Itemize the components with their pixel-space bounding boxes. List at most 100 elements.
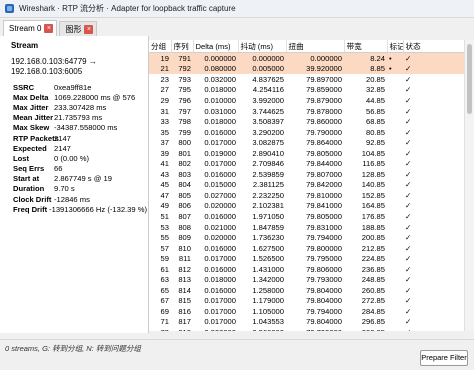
stream-stats: SSRC 0xea9ff81e Max Delta 1069.228000 ms @ … — [13, 82, 147, 214]
table-cell: 0.016000 — [204, 264, 236, 274]
table-row[interactable]: 67 815 0.017000 1.179000 79.804000 272.85 ✓ — [149, 296, 464, 307]
rtp-packet-table[interactable]: 分组序列Delta (ms)抖动 (ms)扭曲带宽标记状态 197910.000… — [149, 40, 464, 331]
table-cell: 33 — [160, 117, 169, 127]
table-cell: 41 — [160, 159, 169, 169]
table-cell: 79.806000 — [306, 264, 342, 274]
stat-value: 0xea9ff81e — [54, 82, 92, 92]
table-cell: 816 — [178, 306, 191, 316]
column-header[interactable]: 标记 — [387, 40, 404, 53]
prepare-filter-button[interactable]: Prepare Filter — [420, 350, 468, 366]
table-cell: ✓ — [405, 169, 412, 179]
stat-label: Duration — [13, 184, 45, 194]
table-row[interactable]: 61 812 0.016000 1.431000 79.806000 236.85 ✓ — [149, 264, 464, 275]
table-cell: ✓ — [405, 190, 412, 200]
table-cell: ✓ — [405, 138, 412, 148]
table-cell: 1.258000 — [252, 285, 284, 295]
stat-value: -34387.558000 ms — [54, 123, 118, 133]
table-cell — [387, 243, 403, 254]
table-row[interactable]: 19 791 0.000000 0.000000 0.000000 8.24 • ✓ — [149, 52, 464, 64]
table-cell: 79.810000 — [306, 190, 342, 200]
scrollbar-thumb[interactable] — [467, 44, 472, 114]
stat-row: Expected 2147 — [13, 143, 147, 153]
status-text: 0 streams, G: 转到分组, N: 转到问题分组 — [5, 344, 141, 353]
table-cell: 4.837625 — [252, 74, 284, 84]
table-cell: 296.85 — [361, 317, 385, 327]
table-cell: 0.016000 — [204, 169, 236, 179]
stat-value: -1391306666 Hz (-132.39 %) — [49, 204, 147, 214]
tab-graph[interactable]: 图形 × — [59, 21, 98, 36]
table-row[interactable]: 57 810 0.016000 1.627500 79.800000 212.85 ✓ — [149, 243, 464, 254]
table-cell: 69 — [160, 306, 169, 316]
table-cell — [387, 274, 403, 285]
column-header[interactable]: 分组 — [149, 40, 172, 53]
table-row[interactable]: 63 813 0.018000 1.342000 79.793000 248.85 ✓ — [149, 274, 464, 285]
table-cell: 79.804000 — [306, 285, 342, 295]
column-header[interactable]: Delta (ms) — [193, 40, 239, 53]
table-row[interactable]: 43 803 0.016000 2.539859 79.807000 128.85 ✓ — [149, 169, 464, 180]
table-cell: 2.232250 — [252, 190, 284, 200]
table-row[interactable]: 51 807 0.016000 1.971050 79.805000 176.85 ✓ — [149, 211, 464, 222]
table-cell: ✓ — [405, 275, 412, 285]
table-cell: 1.431000 — [252, 264, 284, 274]
table-row[interactable]: 69 816 0.017000 1.105000 79.794000 284.85 ✓ — [149, 306, 464, 317]
table-cell: ✓ — [405, 306, 412, 316]
table-cell: 80.85 — [365, 127, 385, 137]
table-cell: 35 — [160, 127, 169, 137]
table-cell: 92.85 — [365, 138, 385, 148]
table-cell: ✓ — [405, 159, 412, 169]
column-header[interactable]: 序列 — [171, 40, 194, 53]
table-row[interactable]: 27 795 0.018000 4.254116 79.859000 32.85 ✓ — [149, 85, 464, 96]
title-bar: Wireshark · RTP 流分析 · Adapter for loopba… — [0, 0, 474, 18]
table-cell: ✓ — [405, 264, 412, 274]
column-header[interactable]: 扭曲 — [286, 40, 345, 53]
table-row[interactable]: 47 805 0.027000 2.232250 79.810000 152.85 ✓ — [149, 190, 464, 201]
table-cell: ✓ — [405, 222, 412, 232]
wireshark-icon — [5, 4, 14, 13]
table-row[interactable]: 71 817 0.017000 1.043553 79.804000 296.85 ✓ — [149, 317, 464, 328]
table-row[interactable]: 37 800 0.017000 3.082875 79.864000 92.85 ✓ — [149, 137, 464, 148]
table-row[interactable]: 39 801 0.019000 2.890410 79.805000 104.85 ✓ — [149, 148, 464, 159]
table-row[interactable]: 53 808 0.021000 1.847859 79.831000 188.85 ✓ — [149, 222, 464, 233]
table-cell — [387, 201, 403, 212]
table-row[interactable]: 55 809 0.020000 1.736230 79.794000 200.85 ✓ — [149, 232, 464, 243]
table-cell: 39.920000 — [286, 63, 344, 75]
close-icon[interactable]: × — [44, 24, 54, 33]
table-row[interactable]: 31 797 0.031000 3.744625 79.878000 56.85 ✓ — [149, 106, 464, 117]
table-row[interactable]: 33 798 0.018000 3.508397 79.860000 68.85 ✓ — [149, 116, 464, 127]
table-cell: 0.080000 — [193, 63, 238, 75]
table-cell: 260.85 — [361, 285, 385, 295]
table-cell: 1.043553 — [252, 317, 284, 327]
column-header[interactable]: 抖动 (ms) — [238, 40, 287, 53]
table-cell: 1.342000 — [252, 275, 284, 285]
stat-label: Mean Jitter — [13, 113, 54, 123]
horizontal-scrollbar[interactable] — [149, 331, 464, 337]
table-cell: 20.85 — [365, 74, 385, 84]
table-cell: ✓ — [405, 148, 412, 158]
table-row[interactable]: 65 814 0.016000 1.258000 79.804000 260.85 ✓ — [149, 285, 464, 296]
table-cell: 0.016000 — [204, 285, 236, 295]
table-row[interactable]: 45 804 0.015000 2.381125 79.842000 140.85 ✓ — [149, 180, 464, 191]
close-icon[interactable]: × — [84, 24, 94, 34]
table-row[interactable]: 21 792 0.080000 0.005000 39.920000 8.85 • ✓ — [149, 63, 464, 75]
table-cell: 2.381125 — [252, 180, 284, 190]
column-header[interactable]: 带宽 — [344, 40, 388, 53]
table-row[interactable]: 23 793 0.032000 4.837625 79.897000 20.85 ✓ — [149, 74, 464, 85]
table-row[interactable]: 59 811 0.017000 1.526500 79.795000 224.85 ✓ — [149, 253, 464, 264]
vertical-scrollbar[interactable] — [464, 40, 474, 331]
window-title: Wireshark · RTP 流分析 · Adapter for loopba… — [19, 4, 236, 13]
stat-label: SSRC — [13, 82, 35, 92]
table-cell: 806 — [178, 201, 191, 211]
table-row[interactable]: 35 799 0.016000 3.290200 79.790000 80.85 ✓ — [149, 127, 464, 138]
table-cell: 79.804000 — [306, 296, 342, 306]
table-cell: 79.860000 — [306, 117, 342, 127]
table-row[interactable]: 41 802 0.017000 2.709846 79.844000 116.85 ✓ — [149, 158, 464, 169]
tab-stream-0[interactable]: Stream 0 × — [3, 20, 58, 36]
column-header[interactable]: 状态 — [403, 40, 464, 53]
table-row[interactable]: 49 806 0.020000 2.102381 79.841000 164.85 ✓ — [149, 201, 464, 212]
table-cell — [387, 148, 403, 159]
status-bar: 0 streams, G: 转到分组, N: 转到问题分组 — [0, 339, 474, 370]
table-row[interactable]: 29 796 0.010000 3.992000 79.879000 44.85 ✓ — [149, 95, 464, 106]
table-cell: 799 — [178, 127, 191, 137]
table-cell: ✓ — [403, 52, 464, 64]
table-cell: 791 — [171, 52, 193, 64]
